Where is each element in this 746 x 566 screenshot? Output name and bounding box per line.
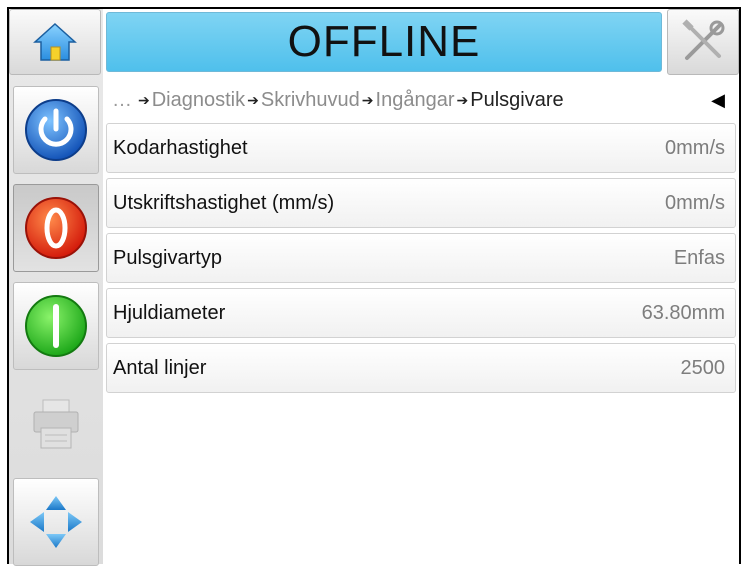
- list-item-value: 0mm/s: [665, 191, 725, 214]
- list-item-value: 63.80mm: [641, 301, 725, 324]
- list-item[interactable]: Utskriftshastighet (mm/s) 0mm/s: [106, 178, 736, 228]
- list-item[interactable]: Hjuldiameter 63.80mm: [106, 288, 736, 338]
- power-icon: [25, 99, 87, 161]
- breadcrumb-separator-icon: ➔: [138, 91, 150, 108]
- list-item[interactable]: Kodarhastighet 0mm/s: [106, 123, 736, 173]
- printer-icon: [33, 399, 79, 449]
- list-item-label: Kodarhastighet: [113, 136, 248, 159]
- list-item-label: Pulsgivartyp: [113, 246, 222, 269]
- list-item-label: Antal linjer: [113, 356, 207, 379]
- breadcrumb-item-skrivhuvud[interactable]: Skrivhuvud: [261, 89, 360, 112]
- list-item[interactable]: Pulsgivartyp Enfas: [106, 233, 736, 283]
- breadcrumb-separator-icon: ➔: [247, 91, 259, 108]
- home-button[interactable]: [9, 9, 101, 75]
- breadcrumb: … ➔ Diagnostik ➔ Skrivhuvud ➔ Ingångar ➔…: [106, 84, 736, 116]
- breadcrumb-ellipsis[interactable]: …: [112, 89, 132, 112]
- status-display: OFFLINE: [106, 12, 662, 72]
- breadcrumb-item-ingangar[interactable]: Ingångar: [376, 89, 455, 112]
- list-item-value: 2500: [680, 356, 726, 379]
- breadcrumb-separator-icon: ➔: [456, 91, 469, 108]
- list-item-value: Enfas: [673, 246, 725, 269]
- list-item[interactable]: Antal linjer 2500: [106, 343, 736, 393]
- breadcrumb-item-diagnostik[interactable]: Diagnostik: [152, 89, 245, 112]
- list-item-label: Hjuldiameter: [113, 301, 226, 324]
- list-item-label: Utskriftshastighet (mm/s): [113, 191, 335, 214]
- navigation-arrows-icon: [30, 496, 82, 548]
- home-icon: [33, 22, 77, 61]
- back-arrow-icon[interactable]: ◀: [708, 84, 728, 116]
- tools-icon: [682, 19, 725, 60]
- list-item-value: 0mm/s: [665, 136, 725, 159]
- breadcrumb-separator-icon: ➔: [361, 91, 374, 108]
- breadcrumb-item-pulsgivare: Pulsgivare: [470, 88, 564, 111]
- navigation-button[interactable]: [13, 478, 99, 566]
- tools-button[interactable]: [667, 9, 739, 75]
- sidebar: [9, 9, 103, 566]
- power-button[interactable]: [13, 86, 99, 174]
- start-button[interactable]: [13, 282, 99, 370]
- stop-button[interactable]: [13, 184, 99, 272]
- stop-icon: [25, 197, 87, 259]
- print-button[interactable]: [13, 380, 99, 468]
- start-icon: [25, 295, 87, 357]
